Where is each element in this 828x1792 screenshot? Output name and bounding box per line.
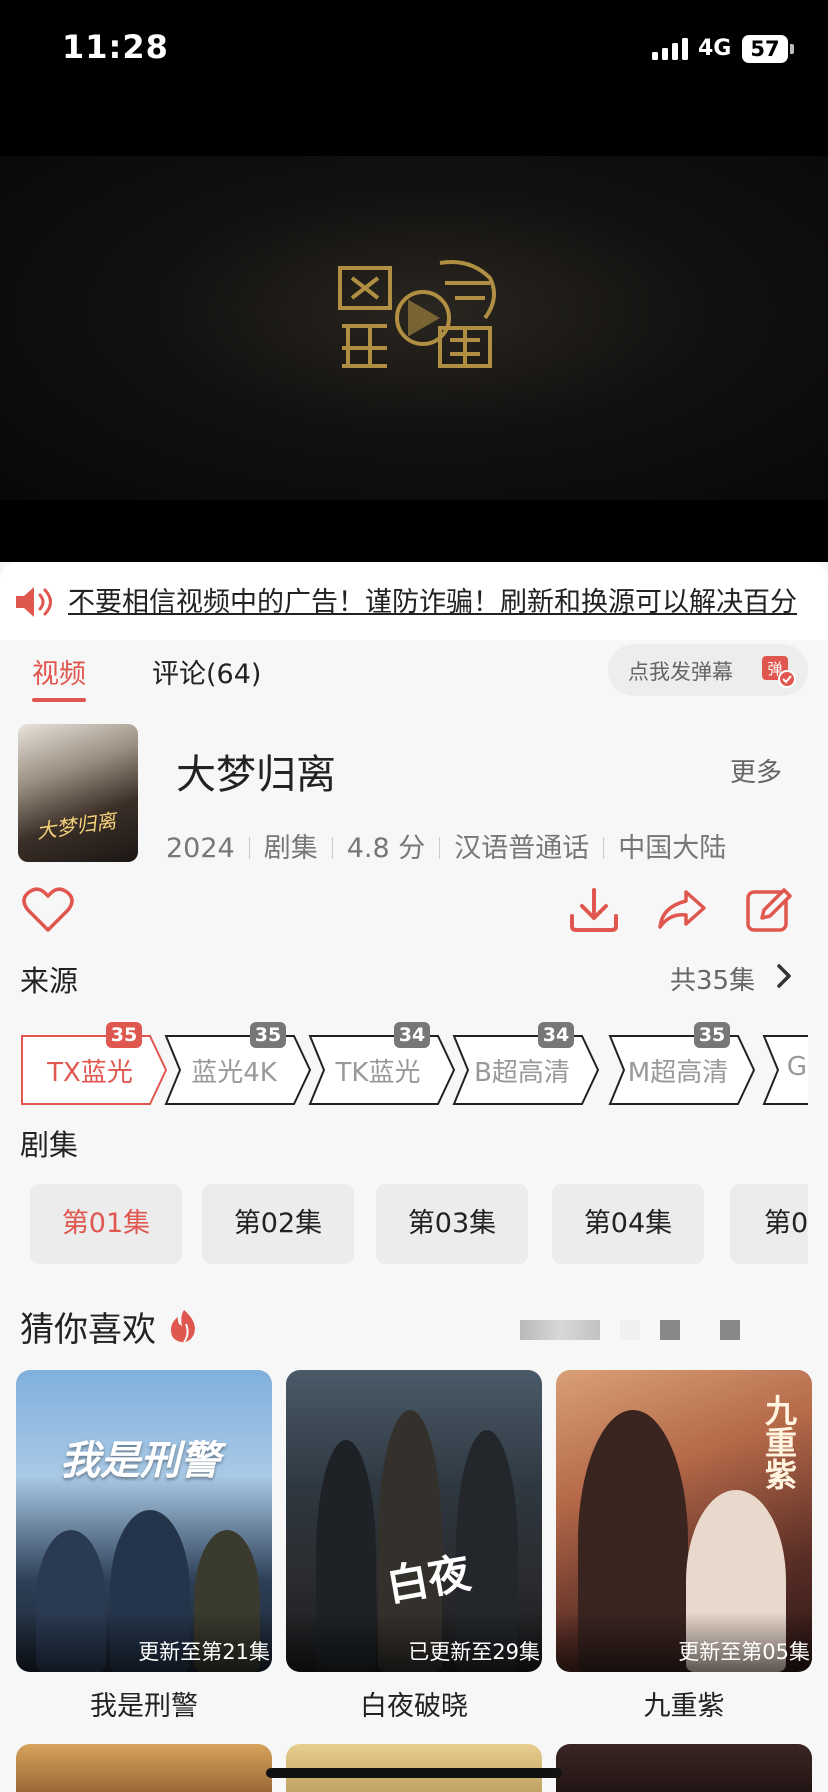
chevron-right-icon[interactable] <box>774 962 794 990</box>
video-player[interactable] <box>0 100 828 562</box>
send-danmaku-button[interactable]: 点我发弹幕 弹 <box>608 644 808 696</box>
notice-text[interactable]: 不要相信视频中的广告！谨防诈骗！刷新和换源可以解决百分 <box>68 580 828 619</box>
update-status: 已更新至29集 <box>408 1640 540 1664</box>
danmaku-label: 点我发弹幕 <box>628 660 733 684</box>
edit-icon[interactable] <box>744 886 796 934</box>
recommend-card-poster[interactable]: 白夜 已更新至29集 <box>286 1370 542 1672</box>
tab-comments-label: 评论(64) <box>152 659 262 690</box>
carousel-indicator <box>520 1320 750 1340</box>
network-type: 4G <box>698 36 732 61</box>
meta-year: 2024 <box>166 833 235 864</box>
show-meta: 2024 剧集 4.8 分汉语普通话 中国大陆 <box>166 826 726 865</box>
episode-item[interactable]: 第03集 <box>376 1184 528 1264</box>
episode-count[interactable]: 共35集 <box>670 960 755 997</box>
danmaku-icon: 弹 <box>762 656 796 688</box>
recommend-card-title[interactable]: 白夜破晓 <box>286 1684 542 1723</box>
flame-icon <box>171 1310 195 1343</box>
screen: 11:28 4G 57 不要相信视频中的广告！谨防诈骗！刷新和换源可以解决百分 … <box>0 0 828 1792</box>
battery-icon: 57 <box>742 35 788 63</box>
source-badge: 34 <box>394 1022 430 1048</box>
source-list: TX蓝光 35 蓝光4K 35 TK蓝光 34 B超高清 34 M超高清 35 … <box>20 1010 808 1110</box>
source-label: M超高清 <box>627 1058 729 1088</box>
indicator-segment <box>520 1320 600 1340</box>
episodes-title: 剧集 <box>20 1128 79 1162</box>
studio-logo-icon <box>338 260 496 368</box>
meta-region: 中国大陆 <box>618 833 727 864</box>
speaker-icon <box>16 587 52 617</box>
status-bar: 11:28 4G 57 <box>0 0 828 100</box>
recommend-card-poster[interactable] <box>16 1744 272 1792</box>
meta-divider <box>439 837 441 859</box>
meta-language: 汉语普通话 <box>454 833 590 864</box>
source-badge: 35 <box>106 1022 142 1048</box>
source-badge: 35 <box>694 1022 730 1048</box>
home-indicator[interactable] <box>266 1768 562 1778</box>
tab-active-underline <box>32 698 86 702</box>
indicator-segment <box>660 1320 680 1340</box>
meta-divider <box>248 837 250 859</box>
notice-bar: 不要相信视频中的广告！谨防诈骗！刷新和换源可以解决百分 <box>0 562 828 640</box>
source-label: TX蓝光 <box>47 1058 133 1088</box>
more-button[interactable]: 更多 <box>730 752 782 789</box>
battery-cap <box>790 44 794 54</box>
signal-icon <box>652 38 688 60</box>
meta-divider <box>603 837 605 859</box>
episode-list: 第01集 第02集 第03集 第04集 第0 <box>30 1184 808 1264</box>
source-label: B超高清 <box>474 1058 570 1088</box>
recommend-card-title[interactable]: 九重紫 <box>556 1684 812 1723</box>
source-label: G <box>786 1052 808 1082</box>
heart-icon[interactable] <box>22 886 74 934</box>
episode-item[interactable]: 第02集 <box>202 1184 354 1264</box>
source-badge: 35 <box>250 1022 286 1048</box>
meta-type: 剧集 <box>263 833 318 864</box>
recommend-card-poster[interactable]: 我是刑警 更新至第21集 <box>16 1370 272 1672</box>
indicator-segment <box>620 1320 640 1340</box>
tab-comments[interactable]: 评论(64) <box>152 652 261 691</box>
poster-title: 九重紫 <box>760 1394 798 1490</box>
tab-video[interactable]: 视频 <box>32 652 86 702</box>
meta-rating: 4.8 分 <box>346 833 426 864</box>
share-icon[interactable] <box>656 886 708 934</box>
show-poster[interactable]: 大梦归离 <box>18 724 138 862</box>
update-status: 更新至第21集 <box>138 1640 270 1664</box>
update-status: 更新至第05集 <box>678 1640 810 1664</box>
content-tabs: 视频 评论(64) 点我发弹幕 弹 <box>0 640 828 716</box>
meta-divider <box>331 837 333 859</box>
status-time: 11:28 <box>62 28 169 66</box>
episode-item[interactable]: 第0 <box>730 1184 808 1264</box>
recommend-card-title[interactable]: 我是刑警 <box>16 1684 272 1723</box>
recommend-card-poster[interactable] <box>556 1744 812 1792</box>
poster-title: 我是刑警 <box>60 1438 220 1484</box>
source-label: TK蓝光 <box>335 1058 421 1088</box>
source-badge: 34 <box>538 1022 574 1048</box>
episode-item[interactable]: 第01集 <box>30 1184 182 1264</box>
source-title: 来源 <box>20 964 79 998</box>
show-title: 大梦归离 <box>176 752 336 798</box>
recommend-title: 猜你喜欢 <box>20 1310 156 1350</box>
indicator-segment <box>720 1320 740 1340</box>
tab-video-label: 视频 <box>32 659 86 690</box>
episode-item[interactable]: 第04集 <box>552 1184 704 1264</box>
source-label: 蓝光4K <box>191 1058 277 1088</box>
recommend-card-poster[interactable]: 九重紫 更新至第05集 <box>556 1370 812 1672</box>
poster-title: 大梦归离 <box>34 808 118 844</box>
download-icon[interactable] <box>568 886 620 934</box>
